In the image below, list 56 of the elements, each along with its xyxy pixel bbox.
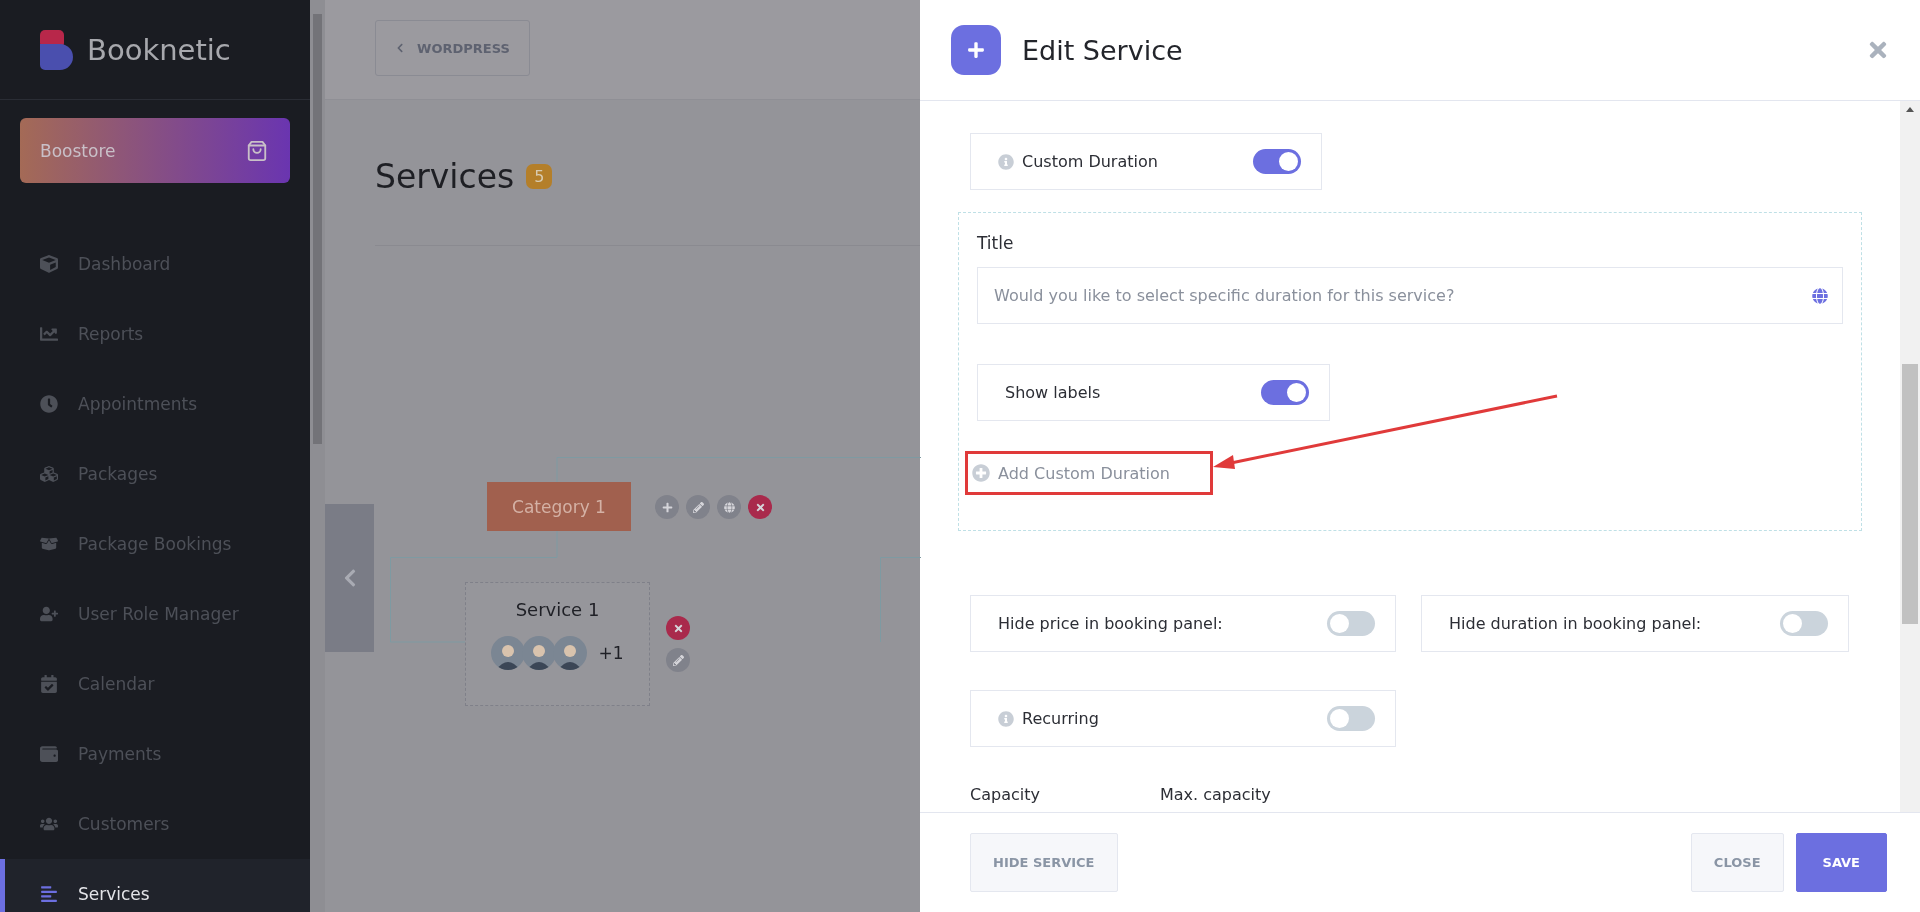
toggle-label: Show labels	[1005, 383, 1102, 402]
staff-count: +1	[598, 643, 624, 663]
shopping-bag-icon	[246, 139, 268, 162]
store-button[interactable]: Boostore	[20, 118, 290, 183]
toggle-label: Recurring	[1022, 709, 1100, 728]
pencil-icon[interactable]	[686, 495, 710, 519]
cube-icon	[40, 255, 58, 273]
toggle-switch[interactable]	[1253, 149, 1301, 174]
save-button[interactable]: SAVE	[1795, 833, 1887, 892]
chart-icon	[40, 325, 58, 343]
close-icon[interactable]	[666, 616, 690, 640]
user-plus-icon	[40, 605, 58, 623]
add-custom-duration-link[interactable]: Add Custom Duration	[972, 463, 1170, 483]
cubes-icon	[40, 465, 58, 483]
toggle-label: Hide price in booking panel:	[998, 614, 1224, 633]
toggle-label: Custom Duration	[1022, 152, 1159, 171]
wallet-icon	[40, 745, 58, 763]
chevron-icon	[395, 43, 406, 53]
lines-icon	[40, 885, 58, 903]
hide-service-button[interactable]: HIDE SERVICE	[970, 833, 1118, 892]
toggle-switch[interactable]	[1261, 380, 1309, 405]
toggle-switch[interactable]	[1327, 706, 1375, 731]
logo-icon	[40, 29, 73, 70]
field-label: Title	[977, 233, 1015, 253]
page-title: Services	[375, 157, 515, 196]
modal-title: Edit Service	[1022, 34, 1184, 66]
back-button[interactable]: WORDPRESS	[375, 20, 530, 76]
clock-icon	[40, 395, 58, 413]
title-field[interactable]: Would you like to select specific duration for this service?	[992, 285, 1812, 306]
brand-name: Booknetic	[87, 32, 231, 67]
scrollbar[interactable]	[1900, 101, 1920, 812]
close-button[interactable]: CLOSE	[1690, 833, 1784, 892]
pencil-icon[interactable]	[666, 648, 690, 672]
field-label: Max. capacity	[1159, 785, 1271, 804]
avatar	[491, 636, 526, 670]
toggle-switch[interactable]	[1327, 611, 1375, 636]
globe-icon	[1812, 287, 1828, 304]
up-arrow-icon	[1906, 107, 1914, 112]
field-label: Capacity	[970, 785, 1040, 804]
service-name: Service 1	[515, 599, 600, 620]
add-icon[interactable]	[655, 495, 679, 519]
title-input-box[interactable]: Would you like to select specific duration for this service?	[977, 267, 1843, 324]
close-icon[interactable]	[748, 495, 772, 519]
box-icon	[40, 535, 58, 553]
toggle-label: Hide duration in booking panel:	[1449, 614, 1703, 633]
plus-icon	[951, 25, 1001, 75]
calendar-icon	[40, 675, 58, 693]
globe-icon[interactable]	[717, 495, 741, 519]
sidebar-item[interactable]: Services	[0, 859, 310, 912]
service-card[interactable]: Service 1 +1	[465, 582, 650, 706]
category-node[interactable]: Category 1	[487, 482, 631, 531]
toggle-switch[interactable]	[1780, 611, 1828, 636]
scrollbar[interactable]	[310, 0, 325, 912]
avatar	[553, 636, 588, 670]
users-icon	[40, 815, 58, 833]
count-badge: 5	[526, 164, 553, 189]
